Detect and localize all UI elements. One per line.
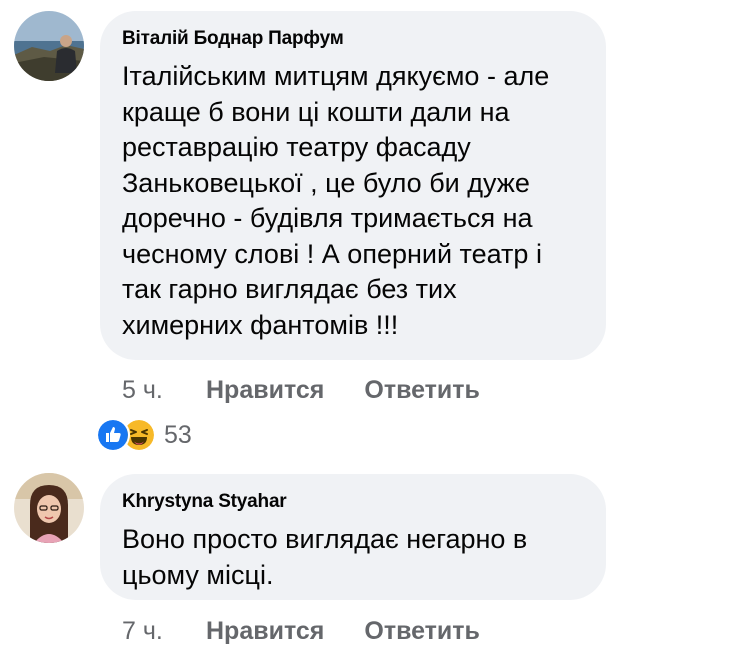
avatar-vitalii[interactable]	[14, 11, 84, 81]
reaction-summary[interactable]: 53	[96, 417, 192, 453]
comment-timestamp[interactable]: 5 ч.	[122, 376, 206, 405]
comment-author[interactable]: Khrystyna Styahar	[122, 490, 586, 514]
like-button[interactable]: Нравится	[206, 617, 324, 646]
comment-text: Воно просто виглядає негарно в цьому міс…	[122, 524, 528, 590]
comment-bubble: Khrystyna Styahar Воно просто виглядає н…	[100, 474, 606, 600]
like-button[interactable]: Нравится	[206, 376, 324, 405]
reaction-count: 53	[164, 420, 192, 449]
avatar-photo-landscape	[14, 11, 84, 81]
comment-actions: 5 ч. Нравится Ответить	[122, 374, 520, 406]
reply-button[interactable]: Ответить	[364, 617, 480, 646]
reply-button[interactable]: Ответить	[364, 376, 480, 405]
comment-text: Італійським митцям дякуємо - але краще б…	[122, 61, 550, 340]
like-icon	[96, 418, 130, 452]
avatar-khrystyna[interactable]	[14, 473, 84, 543]
comment-author[interactable]: Віталій Боднар Парфум	[122, 27, 586, 51]
avatar-photo-portrait	[14, 473, 84, 543]
comment-bubble: Віталій Боднар Парфум Італійським митцям…	[100, 11, 606, 360]
comment-actions: 7 ч. Нравится Ответить	[122, 615, 520, 647]
comment-timestamp[interactable]: 7 ч.	[122, 617, 206, 646]
